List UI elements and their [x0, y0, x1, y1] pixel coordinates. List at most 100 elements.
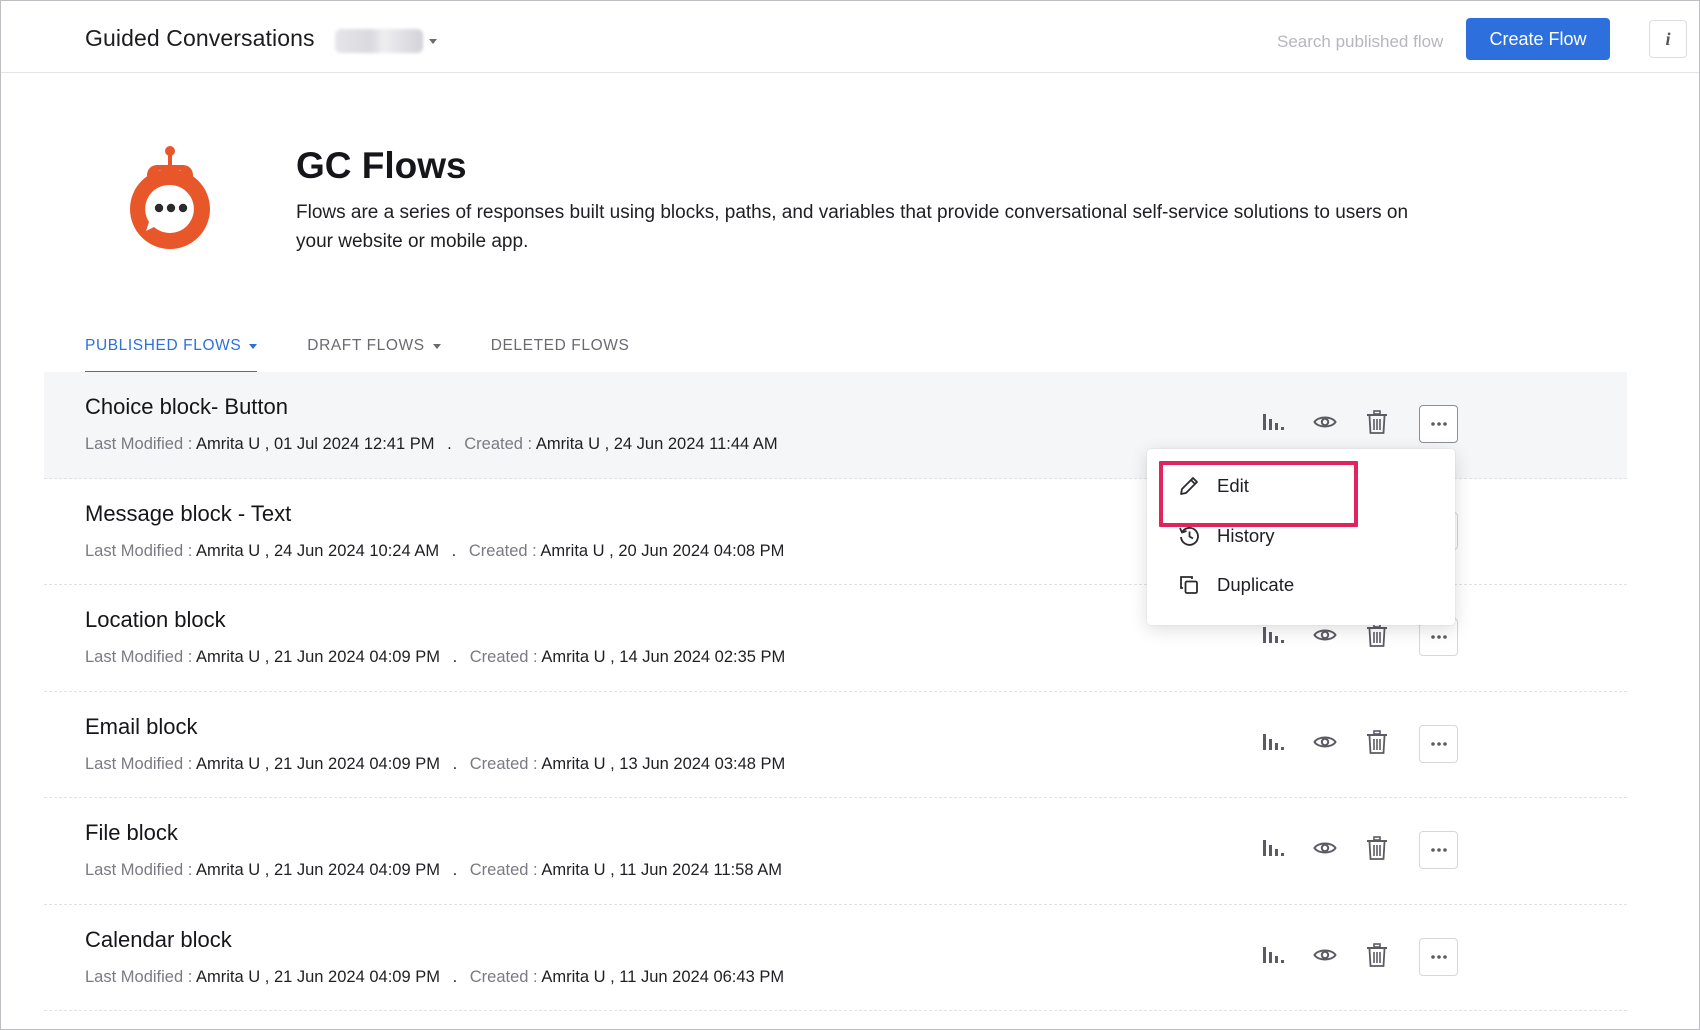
flow-meta: Last Modified : Amrita U , 01 Jul 2024 1… — [85, 435, 778, 453]
menu-item-edit[interactable]: Edit — [1147, 461, 1455, 527]
tab-deleted-flows[interactable]: DELETED FLOWS — [491, 321, 630, 373]
flow-name[interactable]: Message block - Text — [85, 501, 291, 527]
meta-separator: . — [452, 648, 458, 666]
stats-icon[interactable] — [1253, 402, 1293, 442]
modified-by: Amrita U — [196, 648, 261, 666]
flow-tabs: PUBLISHED FLOWS DRAFT FLOWS DELETED FLOW… — [85, 321, 679, 373]
menu-item-history[interactable]: History — [1147, 511, 1455, 560]
last-modified-label: Last Modified : — [85, 754, 193, 773]
chevron-down-icon — [432, 344, 441, 349]
stats-icon[interactable] — [1253, 722, 1293, 762]
last-modified-label: Last Modified : — [85, 861, 193, 879]
more-icon — [1430, 741, 1447, 746]
trash-icon[interactable] — [1357, 402, 1397, 442]
info-icon[interactable]: i — [1649, 20, 1687, 58]
created-by: Amrita U — [541, 754, 606, 773]
flow-name[interactable]: File block — [85, 820, 178, 846]
created-at: 14 Jun 2024 02:35 PM — [619, 648, 786, 666]
eye-icon[interactable] — [1305, 722, 1345, 762]
more-icon — [1430, 954, 1447, 959]
modified-at: 21 Jun 2024 04:09 PM — [273, 861, 440, 879]
created-label: Created : — [464, 435, 533, 453]
last-modified-label: Last Modified : — [85, 967, 193, 986]
search-input[interactable] — [1277, 28, 1447, 56]
trash-icon[interactable] — [1357, 722, 1397, 762]
more-icon — [1430, 848, 1447, 852]
stats-icon[interactable] — [1253, 935, 1293, 975]
tab-label: DRAFT FLOWS — [307, 337, 425, 354]
portal-name-blurred — [335, 29, 423, 53]
page-description: Flows are a series of responses built us… — [296, 202, 1409, 252]
chevron-down-icon — [249, 344, 258, 349]
modified-at: 21 Jun 2024 04:09 PM — [273, 754, 440, 773]
flow-name[interactable]: Location block — [85, 607, 226, 633]
stats-icon[interactable] — [1253, 828, 1293, 868]
meta-separator: . — [452, 861, 458, 879]
more-icon — [1430, 635, 1447, 639]
modified-by: Amrita U — [196, 861, 261, 879]
trash-icon[interactable] — [1357, 935, 1397, 975]
eye-icon[interactable] — [1305, 935, 1345, 975]
menu-item-label: Duplicate — [1217, 573, 1295, 595]
duplicate-icon — [1177, 573, 1201, 597]
trash-icon[interactable] — [1357, 828, 1397, 868]
menu-item-duplicate[interactable]: Duplicate — [1147, 560, 1455, 609]
menu-item-label: History — [1217, 524, 1275, 546]
created-by: Amrita U — [535, 435, 600, 453]
flow-name[interactable]: Email block — [85, 714, 197, 740]
pencil-icon — [1177, 474, 1201, 498]
chevron-down-icon — [429, 38, 437, 44]
meta-separator: . — [451, 541, 457, 560]
more-icon — [1430, 422, 1447, 426]
more-options-menu: Edit History Duplicate — [1147, 449, 1455, 625]
created-by: Amrita U — [541, 648, 606, 666]
tab-label: PUBLISHED FLOWS — [85, 337, 242, 354]
tab-draft-flows[interactable]: DRAFT FLOWS — [307, 321, 441, 373]
created-at: 20 Jun 2024 04:08 PM — [618, 541, 785, 560]
create-flow-button[interactable]: Create Flow — [1466, 18, 1610, 60]
meta-separator: . — [452, 967, 458, 986]
more-options-button[interactable] — [1419, 831, 1458, 869]
created-label: Created : — [469, 754, 538, 773]
created-at: 13 Jun 2024 03:48 PM — [619, 754, 786, 773]
modified-at: 01 Jul 2024 12:41 PM — [273, 435, 435, 453]
last-modified-label: Last Modified : — [85, 541, 193, 560]
created-label: Created : — [469, 967, 538, 986]
tab-label: DELETED FLOWS — [490, 337, 630, 354]
modified-by: Amrita U — [196, 541, 261, 560]
flow-meta: Last Modified : Amrita U , 21 Jun 2024 0… — [85, 861, 782, 879]
flow-row[interactable]: Calendar block Last Modified : Amrita U … — [44, 905, 1627, 1011]
tab-published-flows[interactable]: PUBLISHED FLOWS — [85, 321, 258, 373]
eye-icon[interactable] — [1305, 402, 1345, 442]
more-options-button[interactable] — [1419, 724, 1458, 763]
flow-meta: Last Modified : Amrita U , 21 Jun 2024 0… — [85, 648, 786, 666]
modified-at: 21 Jun 2024 04:09 PM — [273, 648, 440, 666]
flow-name[interactable]: Choice block- Button — [85, 394, 288, 420]
modified-by: Amrita U — [196, 967, 261, 986]
created-label: Created : — [468, 541, 537, 560]
modified-by: Amrita U — [196, 435, 261, 453]
more-options-button[interactable] — [1419, 405, 1458, 443]
created-by: Amrita U — [540, 541, 605, 560]
flow-row[interactable]: Email block Last Modified : Amrita U , 2… — [44, 692, 1627, 798]
page-title: GC Flows — [296, 145, 467, 186]
eye-icon[interactable] — [1305, 828, 1345, 868]
meta-separator: . — [452, 754, 458, 773]
flow-name[interactable]: Calendar block — [85, 927, 232, 953]
created-by: Amrita U — [541, 861, 606, 879]
created-label: Created : — [469, 861, 538, 879]
created-at: 24 Jun 2024 11:44 AM — [613, 435, 778, 453]
history-icon — [1177, 524, 1201, 548]
flow-meta: Last Modified : Amrita U , 21 Jun 2024 0… — [85, 754, 786, 773]
modified-at: 24 Jun 2024 10:24 AM — [273, 541, 440, 560]
top-header: Guided Conversations Create Flow i — [1, 1, 1699, 73]
created-at: 11 Jun 2024 11:58 AM — [619, 861, 782, 879]
more-options-button[interactable] — [1419, 937, 1458, 976]
flow-row[interactable]: File block Last Modified : Amrita U , 21… — [44, 798, 1627, 905]
modified-at: 21 Jun 2024 04:09 PM — [273, 967, 440, 986]
flow-meta: Last Modified : Amrita U , 24 Jun 2024 1… — [85, 541, 785, 560]
portal-selector[interactable] — [335, 27, 439, 55]
last-modified-label: Last Modified : — [85, 648, 193, 666]
app-title: Guided Conversations — [85, 25, 315, 51]
menu-item-label: Edit — [1217, 475, 1249, 496]
